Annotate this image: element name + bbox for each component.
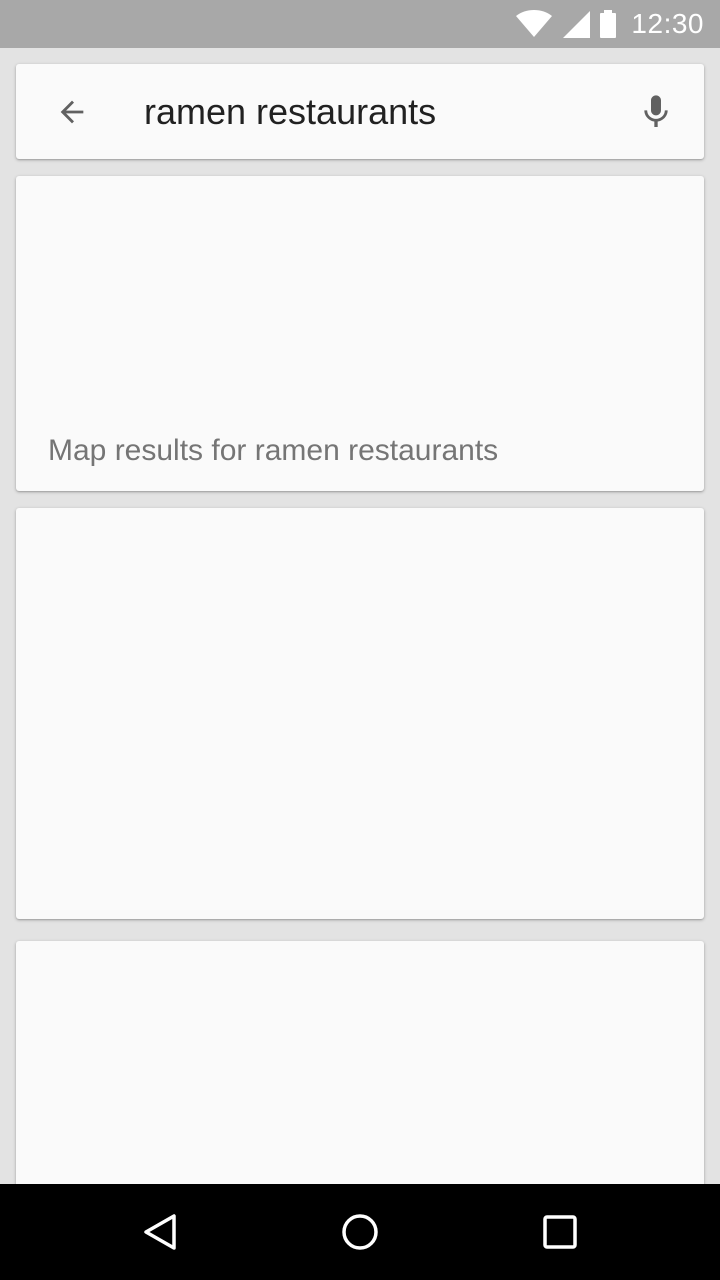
cell-signal-icon bbox=[563, 11, 591, 38]
nav-home-button[interactable] bbox=[320, 1204, 400, 1260]
map-results-card[interactable]: Map results for ramen restaurants bbox=[16, 176, 704, 491]
search-bar: ramen restaurants bbox=[16, 64, 704, 159]
battery-icon bbox=[600, 10, 617, 38]
nav-recents-icon bbox=[543, 1215, 577, 1249]
search-results-screen: 12:30 ramen restaurants Map results for … bbox=[0, 0, 720, 1280]
status-time: 12:30 bbox=[631, 8, 704, 39]
search-query-text[interactable]: ramen restaurants bbox=[144, 90, 436, 134]
arrow-back-icon bbox=[60, 100, 84, 124]
nav-back-icon bbox=[144, 1214, 176, 1250]
microphone-icon bbox=[644, 95, 668, 127]
navigation-bar bbox=[0, 1184, 720, 1280]
wifi-icon bbox=[516, 10, 553, 37]
back-button[interactable] bbox=[48, 88, 96, 136]
nav-recents-button[interactable] bbox=[520, 1204, 600, 1260]
status-bar: 12:30 bbox=[0, 0, 720, 48]
nav-back-button[interactable] bbox=[120, 1204, 200, 1260]
result-card[interactable] bbox=[16, 508, 704, 919]
map-results-caption: Map results for ramen restaurants bbox=[48, 434, 499, 467]
nav-home-icon bbox=[342, 1214, 378, 1250]
voice-search-button[interactable] bbox=[632, 88, 680, 136]
